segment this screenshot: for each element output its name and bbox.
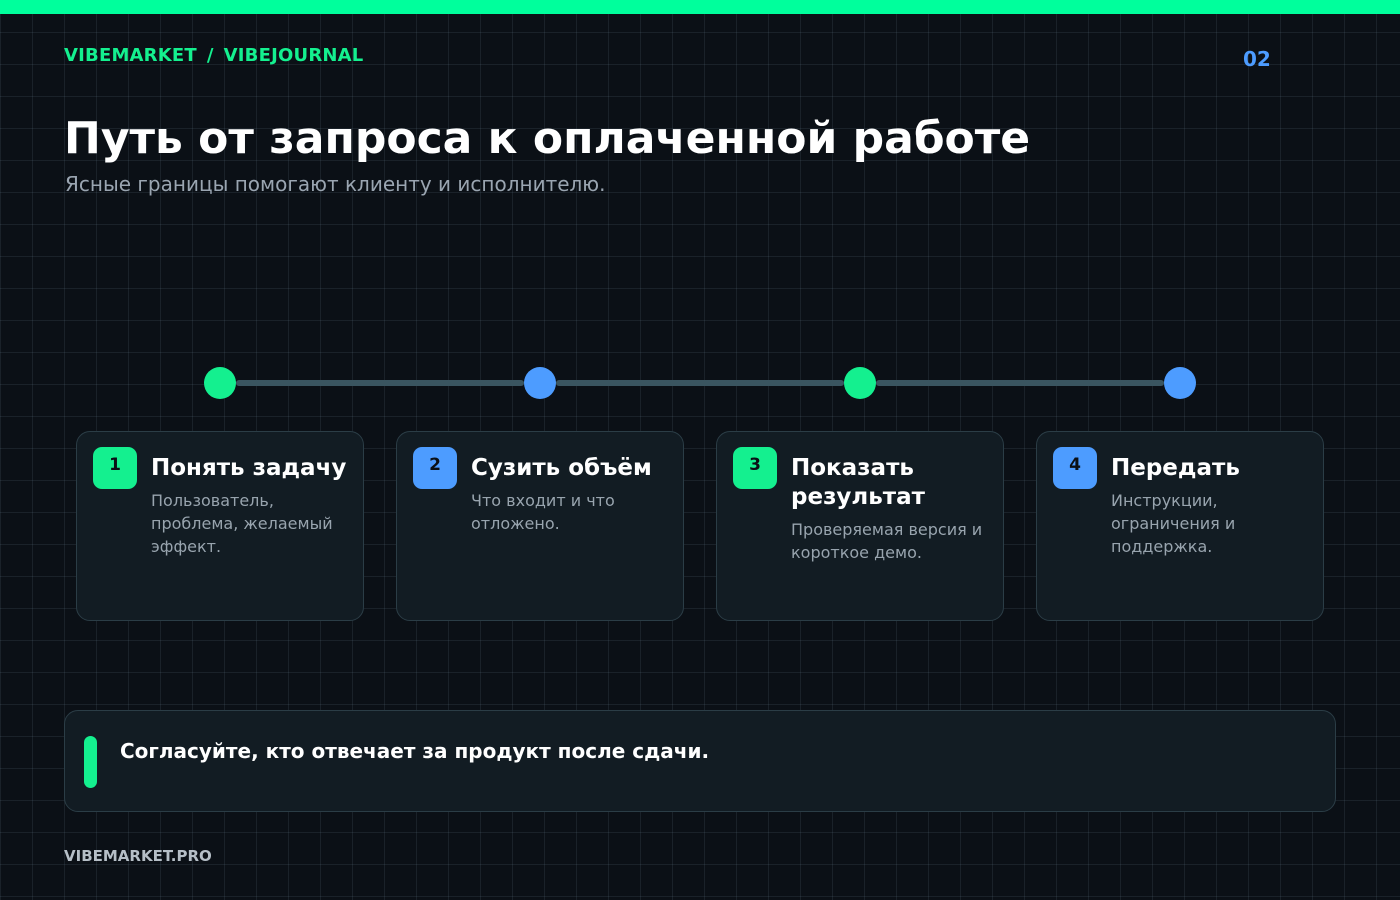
page-subtitle: Ясные границы помогают клиенту и исполни… bbox=[65, 172, 606, 196]
breadcrumb-separator: / bbox=[206, 45, 214, 66]
step-number-badge: 3 bbox=[733, 447, 777, 489]
timeline-connector bbox=[556, 380, 844, 386]
page-title: Путь от запроса к оплаченной работе bbox=[64, 113, 1031, 164]
step-number-badge: 1 bbox=[93, 447, 137, 489]
footer-site-link[interactable]: VIBEMARKET.PRO bbox=[64, 847, 212, 865]
step-description: Инструкции, ограничения и поддержка. bbox=[1111, 491, 1236, 556]
step-number-badge: 2 bbox=[413, 447, 457, 489]
page-number: 02 bbox=[1243, 47, 1271, 71]
step-title: Сузить объём bbox=[471, 455, 652, 481]
step-description: Проверяемая версия и короткое демо. bbox=[791, 520, 983, 562]
breadcrumb: VIBEMARKET / VIBEJOURNAL bbox=[64, 45, 363, 66]
step-description: Пользователь, проблема, желаемый эффект. bbox=[151, 491, 333, 556]
callout-note: Согласуйте, кто отвечает за продукт посл… bbox=[64, 710, 1336, 812]
timeline-dot-3 bbox=[844, 367, 876, 399]
brand-vibemarket[interactable]: VIBEMARKET bbox=[64, 45, 197, 66]
callout-accent-bar bbox=[84, 736, 97, 788]
timeline-connector bbox=[236, 380, 524, 386]
timeline-dot-1 bbox=[204, 367, 236, 399]
callout-text: Согласуйте, кто отвечает за продукт посл… bbox=[120, 739, 710, 763]
top-accent-bar bbox=[0, 0, 1400, 14]
step-card-4: 4 Передать Инструкции, ограничения и под… bbox=[1036, 431, 1324, 621]
step-title: Понять задачу bbox=[151, 455, 347, 481]
step-title: Показать результат bbox=[791, 455, 925, 510]
brand-vibejournal[interactable]: VIBEJOURNAL bbox=[224, 45, 364, 66]
step-card-2: 2 Сузить объём Что входит и что отложено… bbox=[396, 431, 684, 621]
step-number-badge: 4 bbox=[1053, 447, 1097, 489]
step-card-3: 3 Показать результат Проверяемая версия … bbox=[716, 431, 1004, 621]
step-title: Передать bbox=[1111, 455, 1240, 481]
timeline-dot-4 bbox=[1164, 367, 1196, 399]
timeline-dot-2 bbox=[524, 367, 556, 399]
step-card-1: 1 Понять задачу Пользователь, проблема, … bbox=[76, 431, 364, 621]
step-description: Что входит и что отложено. bbox=[471, 491, 615, 533]
timeline-connector bbox=[876, 380, 1164, 386]
